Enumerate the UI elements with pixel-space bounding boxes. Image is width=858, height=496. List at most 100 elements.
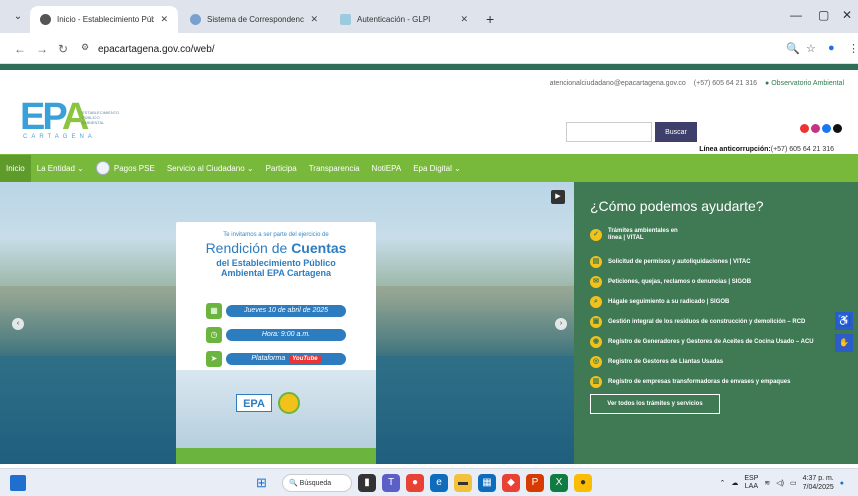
app-icon[interactable]: ◆ bbox=[502, 474, 520, 492]
all-services-button[interactable]: Ver todos los trámites y servicios bbox=[590, 394, 720, 414]
sign-language-icon[interactable]: ✋ bbox=[835, 334, 853, 352]
glpi-icon bbox=[340, 14, 351, 25]
nav-epa-digital[interactable]: Epa Digital ⌄ bbox=[413, 164, 461, 173]
tab-search-icon[interactable]: ⌄ bbox=[10, 9, 26, 25]
site-header: atencionalciudadano@epacartagena.gov.co … bbox=[0, 70, 858, 154]
nav-pagos-pse[interactable]: Pagos PSE bbox=[95, 161, 155, 175]
language-indicator[interactable]: ESP LAA bbox=[744, 475, 758, 491]
help-title: ¿Cómo podemos ayudarte? bbox=[590, 198, 764, 214]
window-close-button[interactable]: ✕ bbox=[842, 8, 852, 22]
close-icon[interactable]: ✕ bbox=[460, 14, 468, 25]
chrome-alt-icon[interactable]: ● bbox=[574, 474, 592, 492]
bookmark-star-icon[interactable]: ☆ bbox=[806, 42, 816, 55]
zoom-icon[interactable]: 🔍 bbox=[786, 42, 800, 55]
flyer-footer bbox=[176, 448, 376, 464]
tab-correspondencia[interactable]: Sistema de Correspondencia ✕ bbox=[180, 6, 328, 33]
teams-icon[interactable]: T bbox=[382, 474, 400, 492]
file-explorer-icon[interactable]: ▬ bbox=[454, 474, 472, 492]
forward-button[interactable]: → bbox=[36, 42, 48, 56]
oil-icon: ◉ bbox=[590, 336, 602, 348]
battery-icon[interactable]: ▭ bbox=[790, 479, 797, 487]
tire-icon: ◎ bbox=[590, 356, 602, 368]
chrome-icon[interactable]: ● bbox=[406, 474, 424, 492]
site-icon bbox=[190, 14, 201, 25]
tab-glpi[interactable]: Autenticación - GLPI ✕ bbox=[330, 6, 478, 33]
help-item-vital[interactable]: ✓ Trámites ambientales en línea | VITAL bbox=[590, 228, 680, 242]
contact-bar: atencionalciudadano@epacartagena.gov.co … bbox=[550, 80, 844, 87]
search-input[interactable] bbox=[566, 122, 652, 142]
nav-servicio-ciudadano[interactable]: Servicio al Ciudadano ⌄ bbox=[167, 164, 254, 173]
social-icons bbox=[800, 124, 842, 133]
tab-label: Sistema de Correspondencia bbox=[207, 15, 305, 24]
widgets-icon[interactable] bbox=[10, 475, 26, 491]
anticorruption-line: Línea anticorrupción:(+57) 605 64 21 316 bbox=[699, 146, 834, 153]
truck-icon: ▣ bbox=[590, 316, 602, 328]
help-item-radicado[interactable]: ⌕ Hágale seguimiento a su radicado | SIGO… bbox=[590, 296, 729, 308]
help-panel: ¿Cómo podemos ayudarte? ✓ Trámites ambien… bbox=[574, 182, 858, 464]
tray-app-icon[interactable]: ☁ bbox=[731, 479, 738, 487]
contact-email[interactable]: atencionalciudadano@epacartagena.gov.co bbox=[550, 80, 686, 87]
url-input[interactable]: ⚙ epacartagena.gov.co/web/ bbox=[78, 38, 778, 60]
task-view-icon[interactable]: ▮ bbox=[358, 474, 376, 492]
flyer-epa-logo: EPA bbox=[236, 394, 272, 412]
doc-icon: ▤ bbox=[590, 256, 602, 268]
edge-icon[interactable]: e bbox=[430, 474, 448, 492]
flyer-illustration bbox=[176, 370, 376, 450]
web-page: atencionalciudadano@epacartagena.gov.co … bbox=[0, 64, 858, 468]
tray-chevron-icon[interactable]: ⌃ bbox=[720, 479, 726, 487]
url-text: epacartagena.gov.co/web/ bbox=[98, 43, 215, 55]
back-button[interactable]: ← bbox=[14, 42, 26, 56]
maximize-button[interactable]: ▢ bbox=[818, 8, 829, 22]
facebook-icon[interactable] bbox=[822, 124, 831, 133]
close-icon[interactable]: ✕ bbox=[160, 14, 168, 25]
help-item-envases[interactable]: ▥ Registro de empresas transformadoras de… bbox=[590, 376, 790, 388]
wifi-icon[interactable]: ≋ bbox=[764, 479, 770, 487]
help-item-vitac[interactable]: ▤ Solicitud de permisos y autoliquidacion… bbox=[590, 256, 751, 268]
help-item-acu[interactable]: ◉ Registro de Generadores y Gestores de A… bbox=[590, 336, 814, 348]
x-icon[interactable] bbox=[833, 124, 842, 133]
tab-label: Inicio - Establecimiento Público bbox=[57, 15, 155, 24]
youtube-icon[interactable] bbox=[800, 124, 809, 133]
help-item-rcd[interactable]: ▣ Gestión integral de los residuos de con… bbox=[590, 316, 805, 328]
play-pause-button[interactable]: ▶ bbox=[551, 190, 565, 204]
nav-participa[interactable]: Participa bbox=[266, 164, 297, 173]
nav-notiepa[interactable]: NotiEPA bbox=[372, 164, 402, 173]
taskbar-apps: ▮ T ● e ▬ ▦ ◆ P X ● bbox=[358, 474, 592, 492]
pse-icon bbox=[95, 161, 110, 175]
instagram-icon[interactable] bbox=[811, 124, 820, 133]
powerpoint-icon[interactable]: P bbox=[526, 474, 544, 492]
notification-icon[interactable]: ● bbox=[840, 480, 844, 487]
epa-logo[interactable]: EPA ESTABLECIMIENTO PÚBLICO AMBIENTAL CA… bbox=[20, 98, 130, 144]
help-item-llantas[interactable]: ◎ Registro de Gestores de Llantas Usadas bbox=[590, 356, 723, 368]
site-info-icon[interactable]: ⚙ bbox=[78, 42, 92, 56]
nav-transparencia[interactable]: Transparencia bbox=[309, 164, 360, 173]
help-item-pqrs[interactable]: ✉ Peticiones, quejas, reclamos o denuncia… bbox=[590, 276, 751, 288]
profile-icon[interactable]: ● bbox=[828, 42, 835, 54]
minimize-button[interactable]: — bbox=[790, 8, 802, 22]
globe-icon bbox=[40, 14, 51, 25]
clock[interactable]: 4:37 p. m. 7/04/2025 bbox=[803, 474, 834, 492]
main-nav: Inicio La Entidad ⌄ Pagos PSE Servicio a… bbox=[0, 154, 858, 182]
volume-icon[interactable]: ◁) bbox=[776, 479, 784, 487]
cursor-icon: ➤ bbox=[206, 351, 222, 367]
flyer-seal-icon bbox=[278, 392, 300, 414]
close-icon[interactable]: ✕ bbox=[310, 14, 318, 25]
taskbar-search[interactable]: 🔍 Búsqueda bbox=[282, 474, 352, 492]
flyer-title: Rendición de Cuentas bbox=[205, 240, 347, 256]
menu-icon[interactable]: ⋮ bbox=[848, 42, 858, 55]
excel-icon[interactable]: X bbox=[550, 474, 568, 492]
carousel-prev-button[interactable]: ‹ bbox=[12, 318, 24, 330]
observatorio-link[interactable]: ● Observatorio Ambiental bbox=[765, 80, 844, 87]
nav-inicio[interactable]: Inicio bbox=[0, 154, 31, 182]
rendicion-flyer[interactable]: Te invitamos a ser parte del ejercicio d… bbox=[176, 222, 376, 464]
tab-inicio[interactable]: Inicio - Establecimiento Público ✕ bbox=[30, 6, 178, 33]
accessibility-icon[interactable]: ♿ bbox=[835, 312, 853, 330]
nav-la-entidad[interactable]: La Entidad ⌄ bbox=[37, 164, 84, 173]
tab-label: Autenticación - GLPI bbox=[357, 15, 431, 24]
new-tab-button[interactable]: + bbox=[486, 11, 494, 27]
search-button[interactable]: Buscar bbox=[655, 122, 697, 142]
store-icon[interactable]: ▦ bbox=[478, 474, 496, 492]
start-button[interactable]: ⊞ bbox=[256, 475, 267, 491]
carousel-next-button[interactable]: › bbox=[555, 318, 567, 330]
reload-button[interactable]: ↻ bbox=[58, 42, 68, 56]
